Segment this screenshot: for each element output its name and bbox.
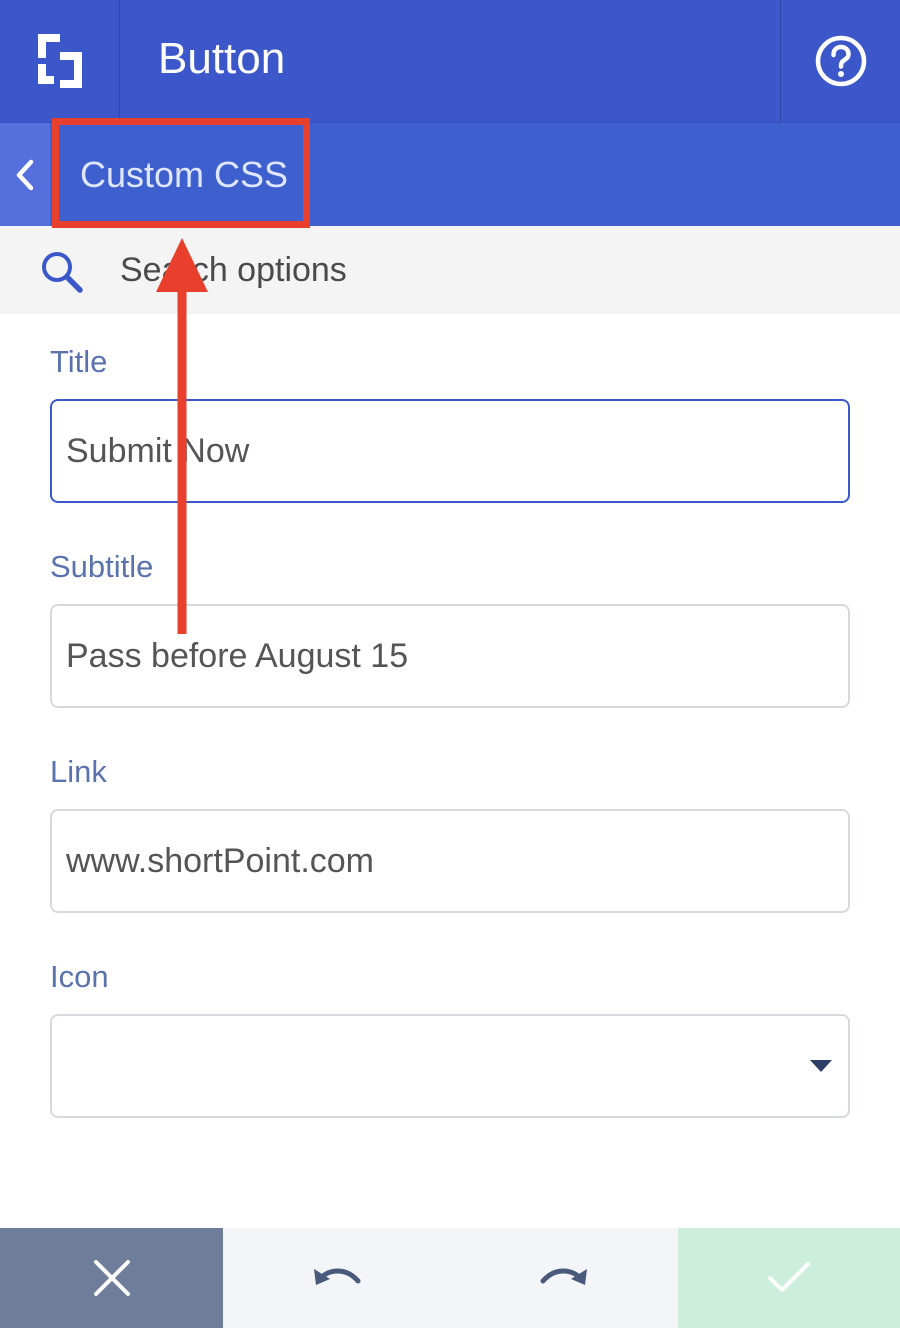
- confirm-button[interactable]: [678, 1228, 900, 1328]
- cancel-button[interactable]: [0, 1228, 223, 1328]
- back-button[interactable]: [0, 123, 50, 227]
- check-icon: [768, 1262, 810, 1292]
- logo-cell[interactable]: [0, 0, 120, 122]
- search-icon: [42, 252, 83, 293]
- caret-down-icon: [810, 1060, 832, 1072]
- help-button[interactable]: [780, 0, 900, 122]
- annotation-highlight-box: [52, 118, 310, 228]
- subtitle-label: Subtitle: [50, 549, 154, 584]
- page-title: Button: [158, 34, 286, 83]
- search-bar: [0, 226, 900, 314]
- title-input[interactable]: [50, 399, 850, 503]
- redo-button[interactable]: [450, 1228, 678, 1328]
- icon-select[interactable]: [50, 1014, 850, 1118]
- link-label: Link: [50, 754, 107, 789]
- help-circle-icon: [815, 35, 866, 87]
- search-input[interactable]: [120, 246, 820, 294]
- action-bar: [0, 1228, 900, 1328]
- app-header: Button: [0, 0, 900, 122]
- undo-button[interactable]: [223, 1228, 450, 1328]
- link-input[interactable]: [50, 809, 850, 913]
- title-label: Title: [50, 344, 108, 379]
- subtitle-input[interactable]: [50, 604, 850, 708]
- redo-icon: [540, 1268, 587, 1285]
- undo-icon: [313, 1268, 360, 1285]
- shortpoint-logo-icon: [37, 34, 82, 88]
- icon-label: Icon: [50, 959, 109, 994]
- close-icon: [93, 1260, 130, 1296]
- chevron-left-icon: [16, 159, 34, 191]
